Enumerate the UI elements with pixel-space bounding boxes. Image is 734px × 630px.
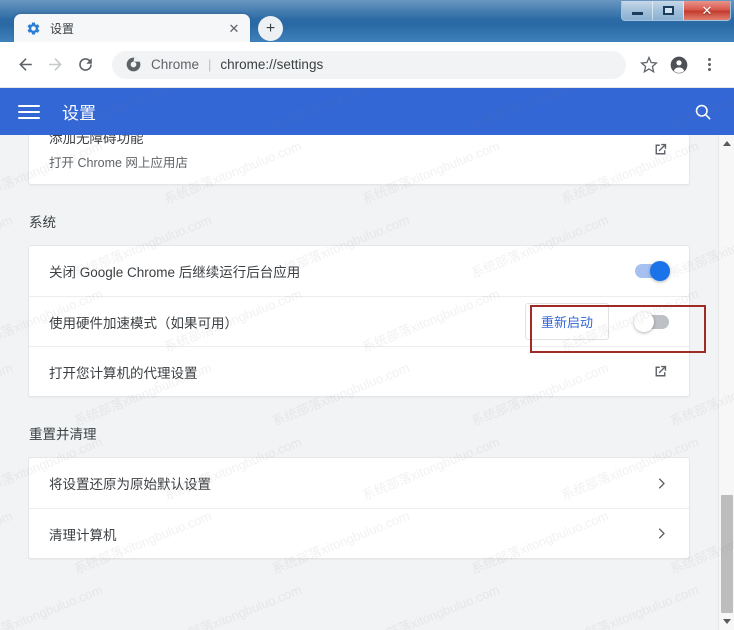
back-arrow-icon xyxy=(18,58,32,71)
star-icon xyxy=(640,55,658,73)
address-bar[interactable]: Chrome | chrome://settings xyxy=(112,50,626,79)
row-hardware-acceleration[interactable]: 使用硬件加速模式（如果可用） 重新启动 xyxy=(29,296,689,346)
row-controls xyxy=(654,526,669,541)
forward-button[interactable] xyxy=(40,50,70,80)
row-controls xyxy=(635,261,670,281)
gear-icon xyxy=(27,21,40,35)
back-button[interactable] xyxy=(10,50,40,80)
row-label: 清理计算机 xyxy=(49,527,117,543)
row-label: 添加无障碍功能 xyxy=(49,135,144,146)
row-clean-computer[interactable]: 清理计算机 xyxy=(29,508,689,558)
external-link-icon[interactable] xyxy=(652,141,669,158)
chevron-up-icon xyxy=(722,141,731,146)
tab-settings[interactable]: 设置 ✕ xyxy=(14,14,250,42)
tab-close-button[interactable]: ✕ xyxy=(226,20,242,36)
row-controls: 重新启动 xyxy=(524,303,669,340)
chevron-right-icon[interactable] xyxy=(654,476,669,491)
account-avatar-icon xyxy=(670,56,688,73)
toggle-background-apps[interactable] xyxy=(635,261,670,281)
system-card: 关闭 Google Chrome 后继续运行后台应用 使用硬件加速模式（如果可用… xyxy=(28,245,690,397)
row-proxy-settings[interactable]: 打开您计算机的代理设置 xyxy=(29,346,689,396)
settings-header-bar: 设置 xyxy=(0,88,734,135)
page-title: 设置 xyxy=(62,104,96,123)
row-texts: 添加无障碍功能 打开 Chrome 网上应用店 xyxy=(49,135,652,171)
toggle-knob xyxy=(634,311,654,332)
row-label: 关闭 Google Chrome 后继续运行后台应用 xyxy=(49,265,301,280)
external-link-icon[interactable] xyxy=(652,363,669,380)
tab-title: 设置 xyxy=(50,21,75,36)
settings-content: 添加无障碍功能 打开 Chrome 网上应用店 系统 关闭 Google Chr… xyxy=(0,135,718,630)
vertical-scrollbar[interactable] xyxy=(718,135,734,630)
toggle-knob xyxy=(650,261,670,281)
accessibility-card: 添加无障碍功能 打开 Chrome 网上应用店 xyxy=(28,135,690,185)
row-label: 使用硬件加速模式（如果可用） xyxy=(49,315,238,331)
three-dot-menu-icon xyxy=(707,58,711,71)
scrollbar-thumb[interactable] xyxy=(721,495,733,613)
reset-card: 将设置还原为原始默认设置 清理计算机 xyxy=(28,457,690,559)
settings-search-button[interactable] xyxy=(690,99,716,125)
row-sublabel: 打开 Chrome 网上应用店 xyxy=(49,156,188,170)
reload-button[interactable] xyxy=(70,50,100,80)
toggle-hardware-acceleration[interactable] xyxy=(634,311,669,332)
restart-button[interactable]: 重新启动 xyxy=(524,303,609,340)
omnibox-brand-label: Chrome xyxy=(151,57,200,72)
row-restore-defaults[interactable]: 将设置还原为原始默认设置 xyxy=(29,458,689,508)
scroll-up-button[interactable] xyxy=(719,135,734,152)
row-controls xyxy=(652,141,669,158)
search-icon xyxy=(695,104,711,119)
window-titlebar: ✕ 设置 ✕ + xyxy=(0,0,734,42)
new-tab-button[interactable]: + xyxy=(258,16,283,41)
row-controls xyxy=(652,363,669,380)
browser-menu-button[interactable] xyxy=(694,50,724,80)
omnibox-separator: | xyxy=(208,57,212,72)
row-label: 打开您计算机的代理设置 xyxy=(49,365,198,381)
section-title-reset: 重置并清理 xyxy=(29,427,97,442)
chevron-right-icon[interactable] xyxy=(654,526,669,541)
row-controls xyxy=(654,476,669,491)
forward-arrow-icon xyxy=(48,58,62,71)
section-title-system: 系统 xyxy=(29,215,56,230)
row-label: 将设置还原为原始默认设置 xyxy=(49,477,211,492)
omnibox-url-text: chrome://settings xyxy=(220,57,324,72)
profile-button[interactable] xyxy=(664,50,694,80)
row-add-accessibility-features[interactable]: 添加无障碍功能 打开 Chrome 网上应用店 xyxy=(29,135,689,184)
tab-strip: 设置 ✕ + xyxy=(0,14,734,42)
browser-toolbar: Chrome | chrome://settings xyxy=(0,42,734,88)
bookmark-button[interactable] xyxy=(634,50,664,80)
hamburger-menu-icon[interactable] xyxy=(18,101,40,123)
chevron-down-icon xyxy=(722,619,731,624)
row-background-apps[interactable]: 关闭 Google Chrome 后继续运行后台应用 xyxy=(29,246,689,296)
chrome-logo-icon xyxy=(126,57,141,72)
scroll-down-button[interactable] xyxy=(719,613,734,630)
reload-icon xyxy=(78,58,92,71)
